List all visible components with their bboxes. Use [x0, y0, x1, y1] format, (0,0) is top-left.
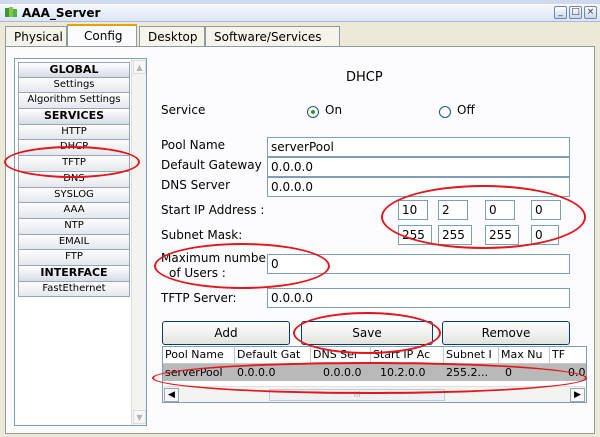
pool-table: Pool Name Default Gat DNS Ser Start IP A…: [162, 346, 587, 403]
sidebar-item-syslog[interactable]: SYSLOG: [18, 187, 130, 204]
sidebar-item-dns[interactable]: DNS: [18, 171, 130, 188]
tab-software-services[interactable]: Software/Services: [205, 26, 340, 46]
column-header[interactable]: TF: [550, 347, 586, 364]
subnet-mask-octet-2[interactable]: 255: [438, 225, 472, 245]
column-header[interactable]: Pool Name: [163, 347, 235, 364]
sidebar-item-email[interactable]: EMAIL: [18, 234, 130, 251]
default-gateway-label: Default Gateway: [161, 158, 262, 172]
sidebar-header-interface: INTERFACE: [18, 265, 130, 282]
table-cell: 10.2.0.0: [380, 366, 426, 379]
scroll-down-icon[interactable]: ▼: [133, 410, 146, 424]
scroll-thumb[interactable]: III: [269, 389, 445, 401]
start-ip-label: Start IP Address :: [161, 203, 265, 217]
column-header[interactable]: Max Nu: [499, 347, 550, 364]
max-users-field[interactable]: 0: [267, 254, 570, 274]
pool-name-label: Pool Name: [161, 138, 226, 152]
sidebar-item-dhcp[interactable]: DHCP: [18, 140, 130, 157]
scroll-left-icon[interactable]: ◀: [164, 388, 179, 402]
service-on-label[interactable]: On: [325, 103, 342, 117]
save-button[interactable]: Save: [301, 321, 433, 345]
config-sidebar: GLOBAL Settings Algorithm Settings SERVI…: [14, 58, 147, 426]
sidebar-item-algorithm-settings[interactable]: Algorithm Settings: [18, 93, 130, 110]
subnet-mask-octet-4[interactable]: 0: [531, 225, 559, 245]
minimize-button[interactable]: _: [554, 6, 567, 19]
scroll-up-icon[interactable]: ▲: [133, 60, 146, 74]
table-cell: 0.0.0.0: [323, 366, 362, 379]
subnet-mask-label: Subnet Mask:: [161, 228, 243, 242]
tftp-server-label: TFTP Server:: [161, 291, 237, 305]
service-label: Service: [161, 103, 206, 117]
dns-server-label: DNS Server: [161, 178, 230, 192]
tab-config[interactable]: Config: [67, 24, 137, 47]
service-off-label[interactable]: Off: [457, 103, 475, 117]
scroll-right-icon[interactable]: ▶: [570, 388, 585, 402]
default-gateway-field[interactable]: 0.0.0.0: [267, 157, 570, 177]
sidebar-scrollbar[interactable]: ▲ ▼: [131, 59, 146, 425]
column-header[interactable]: Subnet I: [444, 347, 499, 364]
window-title: AAA_Server: [22, 6, 101, 20]
start-ip-octet-3[interactable]: 0: [485, 200, 515, 220]
column-header[interactable]: Default Gat: [235, 347, 311, 364]
max-users-label-line2: of Users :: [169, 266, 226, 280]
column-header[interactable]: Start IP Ac: [371, 347, 444, 364]
dns-server-field[interactable]: 0.0.0.0: [267, 177, 570, 197]
title-bar: AAA_Server _ □ ×: [0, 4, 600, 22]
sidebar-item-ntp[interactable]: NTP: [18, 218, 130, 235]
service-off-radio[interactable]: [439, 106, 451, 118]
tab-desktop[interactable]: Desktop: [139, 26, 205, 46]
app-icon: [5, 7, 17, 17]
tab-physical[interactable]: Physical: [5, 26, 67, 46]
table-row[interactable]: serverPool 0.0.0.0 0.0.0.0 10.2.0.0 255.…: [163, 364, 586, 381]
sidebar-list: GLOBAL Settings Algorithm Settings SERVI…: [18, 62, 130, 298]
table-cell: 0: [505, 366, 512, 379]
table-cell: 0.0: [568, 366, 586, 379]
maximize-button[interactable]: □: [569, 6, 582, 19]
start-ip-octet-4[interactable]: 0: [531, 200, 561, 220]
subnet-mask-octet-3[interactable]: 255: [485, 225, 519, 245]
tftp-server-field[interactable]: 0.0.0.0: [267, 288, 570, 308]
start-ip-octet-2[interactable]: 2: [438, 200, 468, 220]
subnet-mask-octet-1[interactable]: 255: [398, 225, 432, 245]
sidebar-item-ftp[interactable]: FTP: [18, 250, 130, 266]
pool-name-field[interactable]: serverPool: [267, 137, 570, 157]
page-title: DHCP: [346, 70, 383, 85]
table-header: Pool Name Default Gat DNS Ser Start IP A…: [163, 347, 586, 364]
sidebar-item-fastethernet[interactable]: FastEthernet: [18, 281, 130, 298]
table-hscrollbar[interactable]: ◀ III ▶: [163, 386, 586, 402]
sidebar-item-tftp[interactable]: TFTP: [18, 156, 130, 172]
add-button[interactable]: Add: [162, 321, 290, 345]
table-cell: 0.0.0.0: [237, 366, 276, 379]
close-button[interactable]: ×: [584, 6, 597, 19]
table-cell: 255.2...: [446, 366, 488, 379]
service-on-radio[interactable]: [307, 106, 319, 118]
max-users-label-line1: Maximum number: [161, 251, 271, 265]
sidebar-header-global: GLOBAL: [18, 62, 130, 78]
table-cell: serverPool: [165, 366, 223, 379]
sidebar-item-settings[interactable]: Settings: [18, 77, 130, 94]
sidebar-item-http[interactable]: HTTP: [18, 124, 130, 141]
sidebar-item-aaa[interactable]: AAA: [18, 203, 130, 219]
sidebar-header-services: SERVICES: [18, 109, 130, 125]
remove-button[interactable]: Remove: [442, 321, 570, 345]
column-header[interactable]: DNS Ser: [311, 347, 371, 364]
dhcp-content: DHCP Service On Off Pool Name serverPool…: [151, 58, 591, 426]
start-ip-octet-1[interactable]: 10: [398, 200, 428, 220]
